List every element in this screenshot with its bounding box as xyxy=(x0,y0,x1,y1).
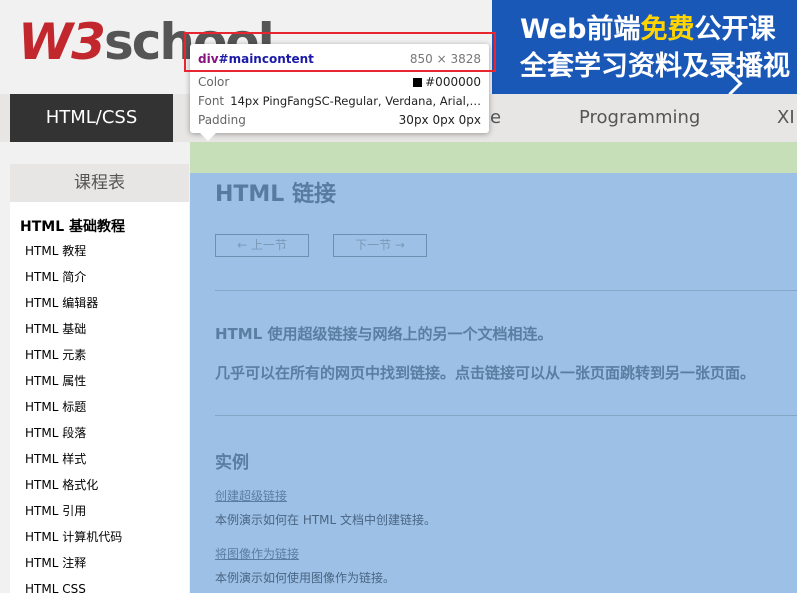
next-section-button[interactable]: 下一节 → xyxy=(333,234,427,257)
sidebar-item[interactable]: HTML 计算机代码 xyxy=(10,524,189,550)
sidebar-item[interactable]: HTML 编辑器 xyxy=(10,290,189,316)
banner-text-a: Web前端 xyxy=(520,14,641,45)
divider xyxy=(215,415,797,416)
sidebar-item[interactable]: HTML 引用 xyxy=(10,498,189,524)
font-value: 14px PingFangSC-Regular, Verdana, Arial,… xyxy=(230,94,481,108)
padding-value: 30px 0px 0px xyxy=(398,113,481,127)
example-link[interactable]: 将图像作为链接 xyxy=(215,545,299,562)
divider xyxy=(215,290,797,291)
promo-banner[interactable]: Web前端免费公开课 全套学习资料及录播视 xyxy=(492,0,797,94)
nav-item-partial[interactable]: e xyxy=(490,94,501,142)
sidebar-item[interactable]: HTML 属性 xyxy=(10,368,189,394)
sidebar-item[interactable]: HTML CSS xyxy=(10,576,189,593)
nav-item-xml[interactable]: XI xyxy=(777,94,795,142)
example-description: 本例演示如何使用图像作为链接。 xyxy=(215,571,396,585)
intro-text-2: 几乎可以在所有的网页中找到链接。点击链接可以从一张页面跳转到另一张页面。 xyxy=(215,364,756,382)
tooltip-color-row: Color #000000 xyxy=(198,73,481,91)
sidebar-item[interactable]: HTML 段落 xyxy=(10,420,189,446)
banner-text-highlight: 免费 xyxy=(640,14,695,45)
examples-heading: 实例 xyxy=(215,453,249,473)
example-link[interactable]: 创建超级链接 xyxy=(215,487,287,504)
sidebar-item[interactable]: HTML 标题 xyxy=(10,394,189,420)
nav-item-html-css[interactable]: HTML/CSS xyxy=(10,94,173,142)
font-label: Font xyxy=(198,94,225,108)
nav-item-programming[interactable]: Programming xyxy=(579,94,700,142)
tooltip-pointer xyxy=(200,133,216,141)
padding-overlay xyxy=(190,142,797,173)
main-content: HTML 链接 ← 上一节 下一节 → HTML 使用超级链接与网络上的另一个文… xyxy=(190,173,797,593)
banner-text-b: 公开课 xyxy=(694,14,776,45)
sidebar-item[interactable]: HTML 格式化 xyxy=(10,472,189,498)
sidebar-section-heading: HTML 基础教程 xyxy=(20,219,125,235)
prev-section-button[interactable]: ← 上一节 xyxy=(215,234,309,257)
intro-text-1: HTML 使用超级链接与网络上的另一个文档相连。 xyxy=(215,325,553,343)
color-value-wrap: #000000 xyxy=(413,73,481,91)
logo-w3-text: W3 xyxy=(18,13,106,71)
sidebar-item[interactable]: HTML 教程 xyxy=(10,238,189,264)
page-title: HTML 链接 xyxy=(215,182,336,207)
color-label: Color xyxy=(198,75,230,89)
sidebar: 课程表 HTML 基础教程 HTML 教程 HTML 简介 HTML 编辑器 H… xyxy=(10,164,189,593)
color-swatch xyxy=(413,78,423,87)
banner-line1: Web前端免费公开课 xyxy=(520,7,775,46)
sidebar-item[interactable]: HTML 基础 xyxy=(10,316,189,342)
example-description: 本例演示如何在 HTML 文档中创建链接。 xyxy=(215,513,437,527)
padding-label: Padding xyxy=(198,113,246,127)
sidebar-title: 课程表 xyxy=(10,164,189,202)
tooltip-padding-row: Padding 30px 0px 0px xyxy=(198,111,481,129)
color-value: #000000 xyxy=(425,75,481,89)
tooltip-font-row: Font 14px PingFangSC-Regular, Verdana, A… xyxy=(198,92,481,110)
sidebar-item[interactable]: HTML 注释 xyxy=(10,550,189,576)
sidebar-item[interactable]: HTML 简介 xyxy=(10,264,189,290)
banner-line2: 全套学习资料及录播视 xyxy=(520,51,790,82)
sidebar-item[interactable]: HTML 样式 xyxy=(10,446,189,472)
sidebar-item[interactable]: HTML 元素 xyxy=(10,342,189,368)
annotation-highlight-box xyxy=(184,32,496,72)
